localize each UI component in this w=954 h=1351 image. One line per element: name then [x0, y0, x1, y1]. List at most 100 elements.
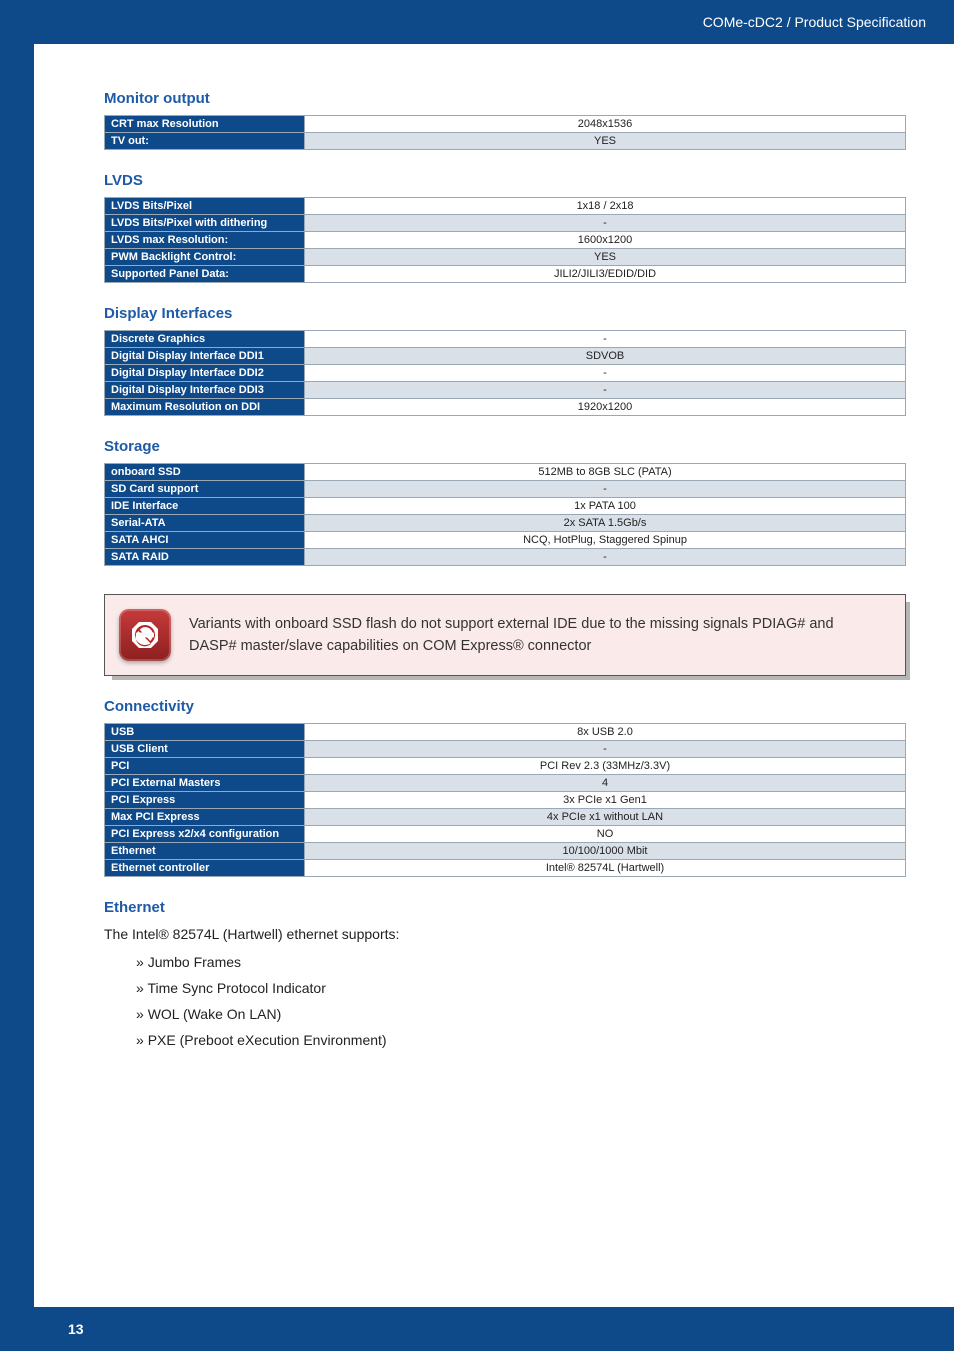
table-row: LVDS max Resolution:1600x1200 [105, 232, 906, 249]
table-row: PCI Express x2/x4 configurationNO [105, 826, 906, 843]
row-value: PCI Rev 2.3 (33MHz/3.3V) [305, 758, 906, 775]
table-row: USB Client- [105, 741, 906, 758]
page-footer: 13 [34, 1307, 954, 1351]
row-label: Maximum Resolution on DDI [105, 399, 305, 416]
row-value: 1x18 / 2x18 [305, 198, 906, 215]
row-value: Intel® 82574L (Hartwell) [305, 860, 906, 877]
row-label: SATA RAID [105, 549, 305, 566]
heading-storage: Storage [104, 438, 906, 455]
row-value: 4x PCIe x1 without LAN [305, 809, 906, 826]
table-row: PCI Express3x PCIe x1 Gen1 [105, 792, 906, 809]
table-row: Max PCI Express4x PCIe x1 without LAN [105, 809, 906, 826]
heading-display-interfaces: Display Interfaces [104, 305, 906, 322]
table-row: PWM Backlight Control:YES [105, 249, 906, 266]
header-title: COMe-cDC2 / Product Specification [703, 14, 926, 30]
table-storage: onboard SSD512MB to 8GB SLC (PATA)SD Car… [104, 463, 906, 566]
table-row: LVDS Bits/Pixel1x18 / 2x18 [105, 198, 906, 215]
table-row: Serial-ATA2x SATA 1.5Gb/s [105, 515, 906, 532]
row-value: JILI2/JILI3/EDID/DID [305, 266, 906, 283]
table-row: IDE Interface1x PATA 100 [105, 498, 906, 515]
table-row: onboard SSD512MB to 8GB SLC (PATA) [105, 464, 906, 481]
row-value: YES [305, 249, 906, 266]
row-label: USB Client [105, 741, 305, 758]
row-value: NCQ, HotPlug, Staggered Spinup [305, 532, 906, 549]
row-label: PCI [105, 758, 305, 775]
row-value: YES [305, 133, 906, 150]
row-label: SD Card support [105, 481, 305, 498]
row-label: Max PCI Express [105, 809, 305, 826]
table-row: Supported Panel Data:JILI2/JILI3/EDID/DI… [105, 266, 906, 283]
heading-lvds: LVDS [104, 172, 906, 189]
table-row: Ethernet10/100/1000 Mbit [105, 843, 906, 860]
row-label: PWM Backlight Control: [105, 249, 305, 266]
row-label: onboard SSD [105, 464, 305, 481]
row-value: 1x PATA 100 [305, 498, 906, 515]
row-value: 8x USB 2.0 [305, 724, 906, 741]
row-label: PCI External Masters [105, 775, 305, 792]
row-value: - [305, 549, 906, 566]
callout-body: Variants with onboard SSD flash do not s… [104, 594, 906, 676]
row-label: CRT max Resolution [105, 116, 305, 133]
row-label: PCI Express x2/x4 configuration [105, 826, 305, 843]
warning-callout: Variants with onboard SSD flash do not s… [104, 594, 906, 676]
row-label: Ethernet [105, 843, 305, 860]
header-banner: COMe-cDC2 / Product Specification [0, 0, 954, 44]
ethernet-intro: The Intel® 82574L (Hartwell) ethernet su… [104, 926, 906, 942]
row-value: 4 [305, 775, 906, 792]
table-row: Ethernet controllerIntel® 82574L (Hartwe… [105, 860, 906, 877]
row-label: USB [105, 724, 305, 741]
page-number: 13 [68, 1321, 84, 1337]
row-value: - [305, 741, 906, 758]
row-label: IDE Interface [105, 498, 305, 515]
callout-text: Variants with onboard SSD flash do not s… [189, 613, 885, 658]
list-item: Jumbo Frames [136, 954, 906, 970]
stop-icon [119, 609, 171, 661]
row-value: 3x PCIe x1 Gen1 [305, 792, 906, 809]
table-row: PCI External Masters4 [105, 775, 906, 792]
row-value: - [305, 382, 906, 399]
heading-connectivity: Connectivity [104, 698, 906, 715]
row-label: Serial-ATA [105, 515, 305, 532]
table-display-interfaces: Discrete Graphics-Digital Display Interf… [104, 330, 906, 416]
table-row: LVDS Bits/Pixel with dithering- [105, 215, 906, 232]
row-label: LVDS Bits/Pixel [105, 198, 305, 215]
page-content: Monitor output CRT max Resolution2048x15… [34, 44, 954, 1048]
table-row: PCIPCI Rev 2.3 (33MHz/3.3V) [105, 758, 906, 775]
row-label: Digital Display Interface DDI3 [105, 382, 305, 399]
table-row: Digital Display Interface DDI3- [105, 382, 906, 399]
table-row: Digital Display Interface DDI1SDVOB [105, 348, 906, 365]
row-label: LVDS max Resolution: [105, 232, 305, 249]
row-label: Digital Display Interface DDI1 [105, 348, 305, 365]
row-label: Discrete Graphics [105, 331, 305, 348]
table-row: SATA RAID- [105, 549, 906, 566]
row-label: Ethernet controller [105, 860, 305, 877]
heading-ethernet: Ethernet [104, 899, 906, 916]
table-row: CRT max Resolution2048x1536 [105, 116, 906, 133]
row-value: SDVOB [305, 348, 906, 365]
table-monitor-output: CRT max Resolution2048x1536TV out:YES [104, 115, 906, 150]
list-item: WOL (Wake On LAN) [136, 1006, 906, 1022]
table-row: USB8x USB 2.0 [105, 724, 906, 741]
ethernet-list: Jumbo Frames Time Sync Protocol Indicator… [136, 954, 906, 1048]
row-label: Digital Display Interface DDI2 [105, 365, 305, 382]
row-value: - [305, 215, 906, 232]
heading-monitor-output: Monitor output [104, 90, 906, 107]
table-row: SD Card support- [105, 481, 906, 498]
row-value: 1600x1200 [305, 232, 906, 249]
row-value: 1920x1200 [305, 399, 906, 416]
left-strip [0, 44, 34, 1351]
list-item: PXE (Preboot eXecution Environment) [136, 1032, 906, 1048]
row-label: SATA AHCI [105, 532, 305, 549]
table-row: SATA AHCINCQ, HotPlug, Staggered Spinup [105, 532, 906, 549]
table-lvds: LVDS Bits/Pixel1x18 / 2x18LVDS Bits/Pixe… [104, 197, 906, 283]
row-value: - [305, 365, 906, 382]
row-label: PCI Express [105, 792, 305, 809]
table-row: Discrete Graphics- [105, 331, 906, 348]
table-connectivity: USB8x USB 2.0USB Client-PCIPCI Rev 2.3 (… [104, 723, 906, 877]
row-value: 10/100/1000 Mbit [305, 843, 906, 860]
row-label: Supported Panel Data: [105, 266, 305, 283]
list-item: Time Sync Protocol Indicator [136, 980, 906, 996]
row-value: - [305, 331, 906, 348]
row-value: 512MB to 8GB SLC (PATA) [305, 464, 906, 481]
table-row: TV out:YES [105, 133, 906, 150]
